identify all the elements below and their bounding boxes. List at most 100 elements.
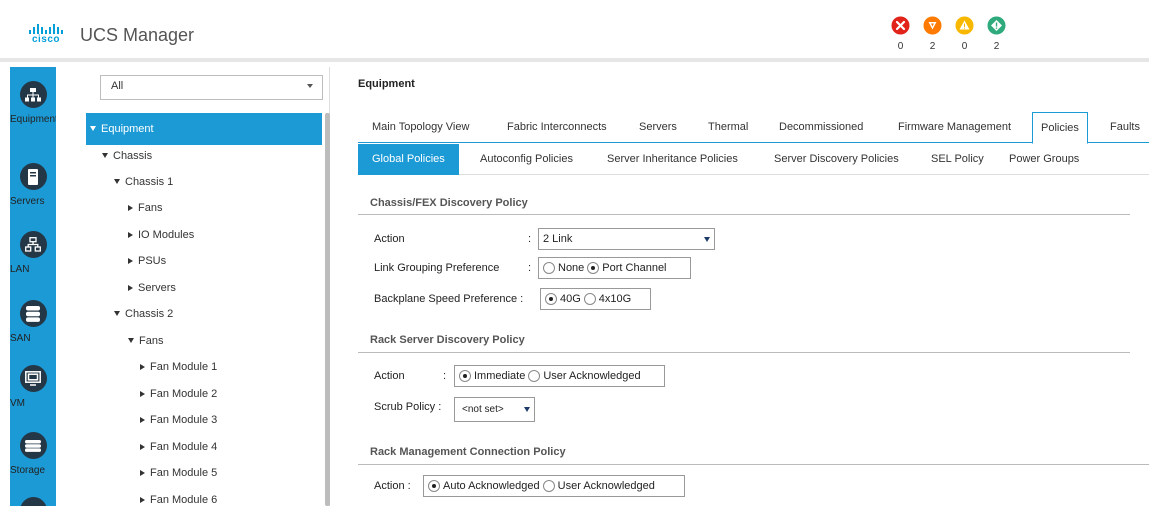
link-grouping-radio-group: None Port Channel [538,257,691,279]
subtab-server-inheritance-policies[interactable]: Server Inheritance Policies [599,144,746,175]
rack-action-label: Action [374,370,405,382]
radio-label: Immediate [474,370,526,382]
storage-icon [19,432,47,459]
tab-bar: Main Topology View Fabric Interconnects … [358,112,1149,144]
expand-arrow-icon [128,338,134,343]
tree-item-chassis-1[interactable]: Chassis 1 [114,173,173,191]
collapse-arrow-icon [140,497,145,503]
tree-scrollbar[interactable] [325,113,330,506]
backplane-speed-label: Backplane Speed Preference : [374,293,524,305]
minor-fault-indicator[interactable]: 0 [953,16,976,52]
tree-item-fans[interactable]: Fans [128,332,163,350]
tab-main-topology-view[interactable]: Main Topology View [364,112,477,143]
collapse-arrow-icon [140,364,145,370]
radio-label: None [558,262,585,274]
nav-label: VM [10,398,25,409]
radio-label: User Acknowledged [543,370,641,382]
radio-none[interactable] [543,262,555,274]
nav-item-equipment[interactable]: Equipment [10,67,58,134]
tree-item-fan-module[interactable]: Fan Module 5 [140,464,217,482]
tree-item-chassis-2[interactable]: Chassis 2 [114,305,173,323]
nav-rail: Equipment Servers LAN SAN VM Storage [10,67,58,506]
warning-fault-indicator[interactable]: 2 [985,16,1008,52]
minor-fault-icon [955,16,974,35]
radio-40g[interactable] [545,293,557,305]
collapse-arrow-icon [128,205,133,211]
tab-policies[interactable]: Policies [1032,112,1088,144]
tree-item-chassis[interactable]: Chassis [102,147,152,165]
collapse-arrow-icon [140,391,145,397]
nav-item-servers[interactable]: Servers [10,163,56,207]
minor-fault-count: 0 [961,41,968,52]
tree-item-fan-module[interactable]: Fan Module 2 [140,385,217,403]
section-title-rack-management: Rack Management Connection Policy [370,446,566,458]
subtab-sel-policy[interactable]: SEL Policy [923,144,992,175]
link-grouping-label: Link Grouping Preference [374,262,500,274]
collapse-arrow-icon [128,232,133,238]
backplane-speed-radio-group: 40G 4x10G [540,288,651,310]
subtab-global-policies[interactable]: Global Policies [358,144,459,175]
equipment-icon [19,81,47,108]
tab-firmware-management[interactable]: Firmware Management [890,112,1019,143]
tree-item-psus[interactable]: PSUs [128,252,166,270]
app-header: cisco UCS Manager 0 2 0 2 [0,0,1149,62]
tree-item-equipment[interactable]: Equipment [86,113,322,145]
radio-user-acknowledged[interactable] [542,480,555,492]
nav-label: Storage [10,465,46,476]
major-fault-indicator[interactable]: 2 [921,16,944,52]
servers-icon [19,163,47,190]
tab-servers[interactable]: Servers [631,112,685,143]
tab-thermal[interactable]: Thermal [700,112,756,143]
app-title: UCS Manager [80,25,195,45]
colon-separator: : [528,233,532,245]
expand-arrow-icon [90,126,96,131]
radio-4x10g[interactable] [583,293,596,305]
nav-item-storage[interactable]: Storage [10,432,56,476]
nav-label: Equipment [10,114,58,125]
tab-decommissioned[interactable]: Decommissioned [771,112,871,143]
scrub-policy-select[interactable]: <not set> [454,397,535,422]
tree-item-fan-module[interactable]: Fan Module 6 [140,491,217,506]
radio-auto-acknowledged[interactable] [428,480,440,492]
critical-fault-icon [891,16,910,35]
tree-item-servers[interactable]: Servers [128,279,176,297]
subtab-bar: Global Policies Autoconfig Policies Serv… [358,144,1149,175]
tree-item-fans[interactable]: Fans [128,199,162,217]
section-title-chassis-discovery: Chassis/FEX Discovery Policy [370,197,528,209]
radio-user-acknowledged[interactable] [528,370,541,382]
nav-item-more[interactable] [10,497,56,506]
radio-label: Port Channel [602,262,667,274]
warning-fault-icon [987,16,1006,35]
subtab-autoconfig-policies[interactable]: Autoconfig Policies [472,144,581,175]
colon-separator: : [528,262,532,274]
expand-arrow-icon [114,179,120,184]
section-divider [358,352,1130,353]
tab-fabric-interconnects[interactable]: Fabric Interconnects [499,112,615,143]
section-title-rack-discovery: Rack Server Discovery Policy [370,334,525,346]
major-fault-count: 2 [929,41,936,52]
tree-item-fan-module[interactable]: Fan Module 4 [140,438,217,456]
nav-item-vm[interactable]: VM [10,365,56,409]
warning-fault-count: 2 [993,41,1000,52]
chassis-action-select[interactable]: 2 Link [538,228,715,250]
nav-item-san[interactable]: SAN [10,300,56,344]
tree-item-fan-module[interactable]: Fan Module 3 [140,411,217,429]
nav-item-lan[interactable]: LAN [10,231,56,275]
subtab-server-discovery-policies[interactable]: Server Discovery Policies [766,144,907,175]
radio-label: Auto Acknowledged [443,480,540,492]
collapse-arrow-icon [128,258,133,264]
radio-port-channel[interactable] [587,262,600,274]
rack-action-radio-group: Immediate User Acknowledged [454,365,665,387]
radio-immediate[interactable] [459,370,471,382]
critical-fault-indicator[interactable]: 0 [889,16,912,52]
tab-faults[interactable]: Faults [1102,112,1148,143]
tree-item-fan-module[interactable]: Fan Module 1 [140,358,217,376]
subtab-power-groups[interactable]: Power Groups [1001,144,1087,175]
tree-filter-select[interactable]: All [100,75,323,100]
lan-icon [19,231,47,258]
radio-label: 4x10G [598,293,632,305]
fault-summary: 0 2 0 2 [889,16,1008,52]
section-divider [358,214,1130,215]
tree-item-io-modules[interactable]: IO Modules [128,226,194,244]
expand-arrow-icon [114,311,120,316]
